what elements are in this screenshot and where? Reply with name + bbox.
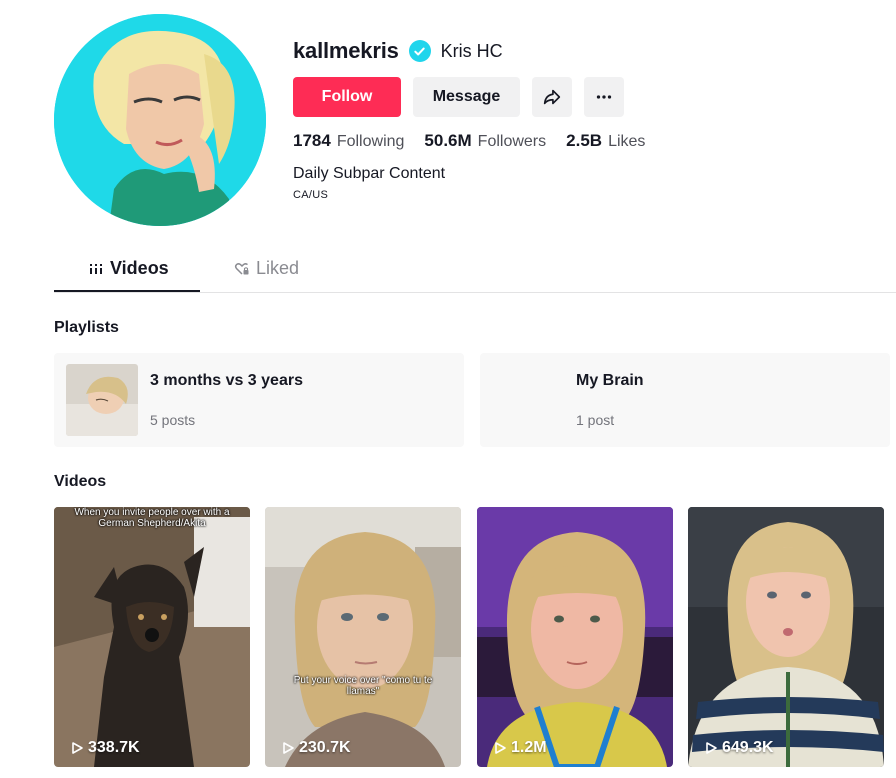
profile-stats: 1784 Following 50.6M Followers 2.5B Like… xyxy=(293,131,665,151)
video-thumbnail xyxy=(477,507,673,767)
view-count: 649.3K xyxy=(704,739,774,757)
following-count[interactable]: 1784 xyxy=(293,131,331,151)
video-card[interactable]: When you invite people over with a Germa… xyxy=(54,507,250,767)
playlist-post-count: 5 posts xyxy=(150,412,196,428)
heart-lock-icon xyxy=(234,263,249,275)
followers-label[interactable]: Followers xyxy=(478,133,546,151)
video-thumbnail xyxy=(688,507,884,767)
view-count: 1.2M xyxy=(493,739,547,757)
bio: Daily Subpar Content xyxy=(293,165,446,182)
active-tab-indicator xyxy=(54,290,200,292)
tab-liked-label: Liked xyxy=(256,258,300,278)
more-icon xyxy=(596,95,612,99)
play-icon xyxy=(72,742,83,754)
playlist-post-count: 1 post xyxy=(576,412,615,428)
view-count-value: 338.7K xyxy=(88,739,140,756)
likes-label: Likes xyxy=(608,133,646,150)
share-button[interactable] xyxy=(532,77,572,117)
video-card[interactable]: 649.3K xyxy=(688,507,884,767)
video-caption: Put your voice over "como tu te llamas" xyxy=(293,675,433,697)
view-count-value: 1.2M xyxy=(511,739,547,756)
playlist-card[interactable]: 3 months vs 3 years 5 posts xyxy=(54,353,464,447)
username: kallmekris xyxy=(293,38,399,63)
video-caption: When you invite people over with a Germa… xyxy=(74,507,230,529)
share-icon xyxy=(543,89,561,105)
follow-button[interactable]: Follow xyxy=(293,77,401,117)
tab-videos[interactable]: Videos xyxy=(88,258,169,292)
tab-videos-label: Videos xyxy=(110,258,169,278)
video-thumbnail xyxy=(265,507,461,767)
playlist-card[interactable]: My Brain 1 post xyxy=(480,353,890,447)
view-count-value: 649.3K xyxy=(722,739,774,756)
playlist-title: My Brain xyxy=(576,372,644,389)
video-thumbnail xyxy=(54,507,250,767)
video-card[interactable]: Put your voice over "como tu te llamas" … xyxy=(265,507,461,767)
verified-badge-icon xyxy=(408,40,431,62)
playlist-title: 3 months vs 3 years xyxy=(150,372,303,389)
tab-liked[interactable]: Liked xyxy=(234,258,299,292)
play-icon xyxy=(706,742,717,754)
action-buttons: Follow Message xyxy=(293,77,665,117)
following-label[interactable]: Following xyxy=(337,133,405,151)
view-count: 230.7K xyxy=(281,739,351,757)
nickname: Kris HC xyxy=(440,40,503,61)
avatar[interactable] xyxy=(54,14,266,226)
play-icon xyxy=(283,742,294,754)
view-count-value: 230.7K xyxy=(299,739,351,756)
more-button[interactable] xyxy=(584,77,624,117)
name-row: kallmekris Kris HC xyxy=(293,36,665,66)
view-count: 338.7K xyxy=(70,739,140,757)
videos-heading: Videos xyxy=(54,473,107,490)
message-button[interactable]: Message xyxy=(413,77,520,117)
region: CA/US xyxy=(293,189,329,201)
playlists-heading: Playlists xyxy=(54,319,119,336)
video-card[interactable]: 1.2M xyxy=(477,507,673,767)
profile-info: kallmekris Kris HC Follow Message 1784 F… xyxy=(293,36,665,201)
followers-count[interactable]: 50.6M xyxy=(424,131,471,151)
grid-icon xyxy=(90,264,102,274)
playlist-thumbnail xyxy=(66,364,138,436)
likes-count: 2.5B xyxy=(566,131,603,150)
profile-tabs: Videos Liked xyxy=(54,250,896,293)
play-icon xyxy=(495,742,506,754)
